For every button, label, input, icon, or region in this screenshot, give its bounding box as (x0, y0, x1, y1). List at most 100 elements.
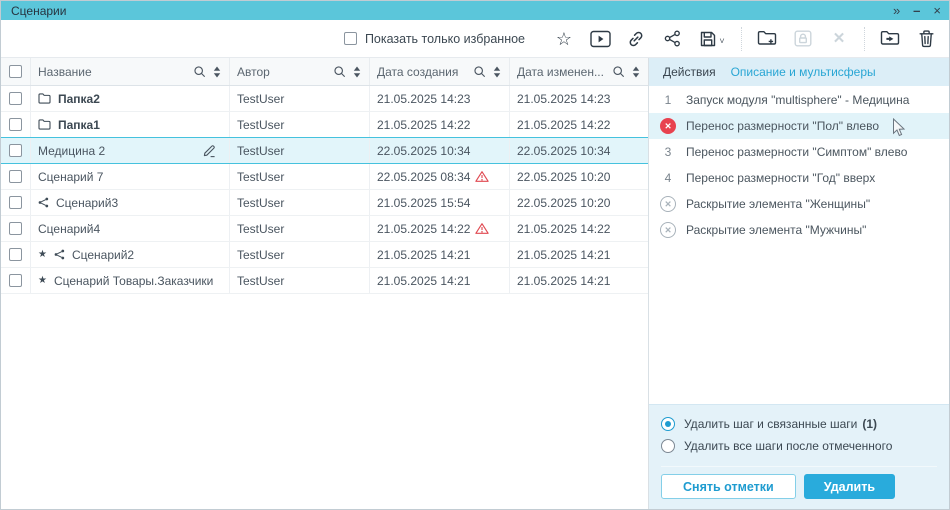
remove-button-disabled: ✕ (828, 28, 850, 50)
search-icon[interactable] (333, 65, 346, 78)
skipped-circle-icon: ✕ (660, 196, 676, 212)
favorites-label: Показать только избранное (365, 32, 525, 46)
sort-icon[interactable] (632, 66, 640, 78)
trash-icon (918, 29, 935, 48)
row-created: 21.05.2025 15:54 (377, 196, 470, 210)
main-area: Название Автор Дата создания Дата измене… (1, 58, 949, 509)
radio-selected[interactable] (661, 417, 675, 431)
delete-option-after[interactable]: Удалить все шаги после отмеченного (661, 435, 937, 457)
clear-marks-button[interactable]: Снять отметки (661, 474, 796, 499)
cross-icon: ✕ (833, 31, 846, 46)
skipped-circle-icon: ✕ (660, 222, 676, 238)
new-folder-button[interactable] (756, 28, 778, 50)
action-step[interactable]: 4 Перенос размерности "Год" вверх (649, 165, 949, 191)
toolbar: Показать только избранное ☆ ˅ ✕ (1, 20, 949, 58)
lock-icon (794, 30, 812, 47)
edit-icon[interactable] (202, 143, 217, 158)
action-step[interactable]: ✕ Раскрытие элемента "Мужчины" (649, 217, 949, 243)
row-checkbox[interactable] (9, 144, 22, 157)
row-name: Сценарий4 (38, 222, 100, 236)
linked-steps-count: (1) (862, 417, 877, 431)
sort-icon[interactable] (353, 66, 361, 78)
row-modified: 22.05.2025 10:20 (517, 196, 610, 210)
action-step[interactable]: ✕ Раскрытие элемента "Женщины" (649, 191, 949, 217)
scenarios-window: Сценарии » – × Показать только избранное… (0, 0, 950, 510)
search-icon[interactable] (193, 65, 206, 78)
row-name: Медицина 2 (38, 144, 105, 158)
column-header-created[interactable]: Дата создания (370, 58, 510, 85)
sort-icon[interactable] (213, 66, 221, 78)
delete-option-linked[interactable]: Удалить шаг и связанные шаги (1) (661, 413, 937, 435)
scenarios-table: Название Автор Дата создания Дата измене… (1, 58, 649, 509)
select-all-checkbox[interactable] (9, 65, 22, 78)
table-row[interactable]: Сценарий4 TestUser 21.05.2025 14:22 21.0… (1, 216, 648, 242)
actions-list: 1 Запуск модуля "multisphere" - Медицина… (649, 86, 949, 404)
action-step-marked[interactable]: ✕ Перенос размерности "Пол" влево (649, 113, 949, 139)
search-icon[interactable] (473, 65, 486, 78)
action-step[interactable]: 1 Запуск модуля "multisphere" - Медицина (649, 87, 949, 113)
row-checkbox[interactable] (9, 92, 22, 105)
move-to-folder-button[interactable] (879, 28, 901, 50)
column-header-author[interactable]: Автор (230, 58, 370, 85)
column-header-modified[interactable]: Дата изменен... (510, 58, 648, 85)
warning-icon (475, 170, 489, 183)
row-checkbox[interactable] (9, 196, 22, 209)
row-checkbox[interactable] (9, 248, 22, 261)
row-created: 21.05.2025 14:21 (377, 248, 470, 262)
row-modified: 21.05.2025 14:22 (517, 222, 610, 236)
table-row[interactable]: ★ Сценарий Товары.Заказчики TestUser 21.… (1, 268, 648, 294)
delete-button[interactable] (915, 28, 937, 50)
favorites-filter[interactable]: Показать только избранное (344, 32, 525, 46)
search-icon[interactable] (612, 65, 625, 78)
star-icon: ☆ (556, 30, 572, 48)
favorite-star-icon: ★ (38, 276, 47, 286)
row-modified: 22.05.2025 10:20 (517, 170, 610, 184)
table-row[interactable]: Сценарий3 TestUser 21.05.2025 15:54 22.0… (1, 190, 648, 216)
row-modified: 22.05.2025 10:34 (517, 144, 610, 158)
row-created: 22.05.2025 10:34 (377, 144, 470, 158)
row-author: TestUser (237, 196, 284, 210)
folder-icon (38, 93, 51, 104)
step-number: 3 (659, 145, 677, 159)
table-row-selected[interactable]: Медицина 2 TestUser 22.05.2025 10:34 22.… (1, 137, 648, 164)
expand-icon[interactable]: » (893, 4, 900, 17)
error-circle-icon: ✕ (660, 118, 676, 134)
link-button[interactable] (625, 28, 647, 50)
favorite-star-icon: ★ (38, 250, 47, 260)
row-author: TestUser (237, 144, 284, 158)
row-modified: 21.05.2025 14:21 (517, 274, 610, 288)
table-row[interactable]: Сценарий 7 TestUser 22.05.2025 08:34 22.… (1, 164, 648, 190)
share-button[interactable] (661, 28, 683, 50)
tab-actions[interactable]: Действия (663, 65, 716, 79)
favorites-checkbox[interactable] (344, 32, 357, 45)
favorite-button[interactable]: ☆ (553, 28, 575, 50)
delete-steps-button[interactable]: Удалить (804, 474, 895, 499)
table-row[interactable]: Папка1 TestUser 21.05.2025 14:22 21.05.2… (1, 112, 648, 138)
row-checkbox[interactable] (9, 222, 22, 235)
row-checkbox[interactable] (9, 118, 22, 131)
save-button[interactable]: ˅ (697, 28, 727, 50)
warning-icon (475, 222, 489, 235)
minimize-icon[interactable]: – (913, 4, 920, 17)
row-modified: 21.05.2025 14:23 (517, 92, 610, 106)
tab-description[interactable]: Описание и мультисферы (731, 65, 876, 79)
lock-button-disabled (792, 28, 814, 50)
row-checkbox[interactable] (9, 274, 22, 287)
delete-options-section: Удалить шаг и связанные шаги (1) Удалить… (649, 404, 949, 509)
radio-unselected[interactable] (661, 439, 675, 453)
row-name: Сценарий3 (56, 196, 118, 210)
sort-icon[interactable] (493, 66, 501, 78)
panel-buttons: Снять отметки Удалить (661, 466, 937, 499)
close-icon[interactable]: × (933, 4, 941, 17)
row-checkbox[interactable] (9, 170, 22, 183)
column-header-name[interactable]: Название (31, 58, 230, 85)
table-row[interactable]: Папка2 TestUser 21.05.2025 14:23 21.05.2… (1, 86, 648, 112)
run-button[interactable] (589, 28, 611, 50)
row-author: TestUser (237, 274, 284, 288)
row-author: TestUser (237, 92, 284, 106)
row-name: Сценарий 7 (38, 170, 103, 184)
row-author: TestUser (237, 248, 284, 262)
table-row[interactable]: ★ Сценарий2 TestUser 21.05.2025 14:21 21… (1, 242, 648, 268)
action-step[interactable]: 3 Перенос размерности "Симптом" влево (649, 139, 949, 165)
window-controls: » – × (893, 4, 941, 17)
